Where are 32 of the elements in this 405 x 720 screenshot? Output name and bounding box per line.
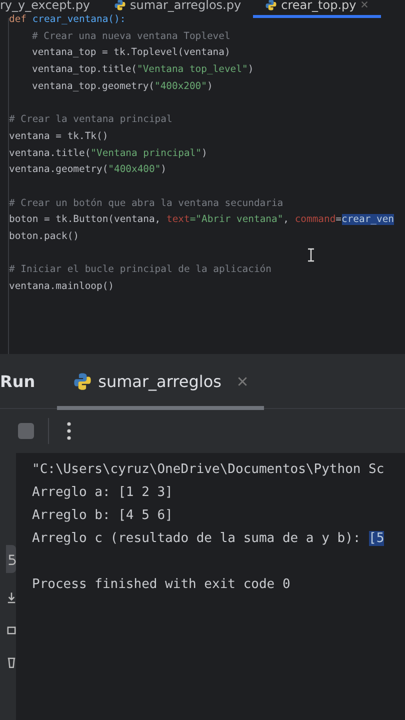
code-line: ventana.geometry("400x400") — [9, 164, 166, 176]
download-icon[interactable] — [7, 591, 16, 605]
code-line: # Crear una nueva ventana Toplevel — [32, 30, 230, 42]
console-output-line: "C:\Users\cyruz\OneDrive\Documentos\Python Sc — [32, 462, 384, 477]
panel-title: Run — [0, 372, 36, 390]
console-output-line: Arreglo a: [1 2 3] — [32, 485, 173, 500]
run-tab[interactable]: sumar_arreglos — [57, 356, 264, 410]
code-line: boton = tk.Button(ventana, text="Abrir ventana", command=crear_ven — [9, 214, 394, 226]
code-line: boton.pack() — [9, 230, 79, 242]
console-output-line: Arreglo c (resultado de la suma de a y b): [5 — [32, 531, 384, 546]
console-output-line: Process finished with exit code 0 — [32, 577, 290, 592]
code-line: ventana.title("Ventana principal") — [9, 148, 208, 158]
code-line: ventana = tk.Tk() — [9, 130, 108, 142]
code-line: ventana_top.geometry("400x200") — [32, 80, 213, 92]
code-line: ventana_top.title("Ventana top_level") — [32, 64, 254, 76]
close-icon[interactable] — [237, 376, 248, 386]
text-cursor-icon — [307, 248, 315, 262]
trash-icon[interactable] — [7, 655, 16, 669]
code-line: # Iniciar el bucle principal de la aplicación — [9, 264, 272, 276]
code-line: # Crear la ventana principal — [9, 114, 172, 126]
python-icon — [265, 0, 278, 10]
rerun-button[interactable] — [6, 545, 16, 573]
code-line: ventana.mainloop() — [9, 281, 114, 292]
python-icon — [73, 372, 92, 390]
code-line: def crear_ventana(): — [9, 14, 126, 25]
console-output-line: Arreglo b: [4 5 6] — [32, 508, 173, 523]
code-line: ventana_top = tk.Toplevel(ventana) — [32, 47, 230, 58]
editor-tab[interactable]: crear_top.py — [253, 0, 382, 18]
python-icon — [114, 0, 126, 10]
code-line: # Crear un botón que abra la ventana secundaria — [9, 198, 284, 209]
more-icon[interactable] — [67, 422, 71, 440]
close-icon[interactable] — [360, 0, 370, 9]
